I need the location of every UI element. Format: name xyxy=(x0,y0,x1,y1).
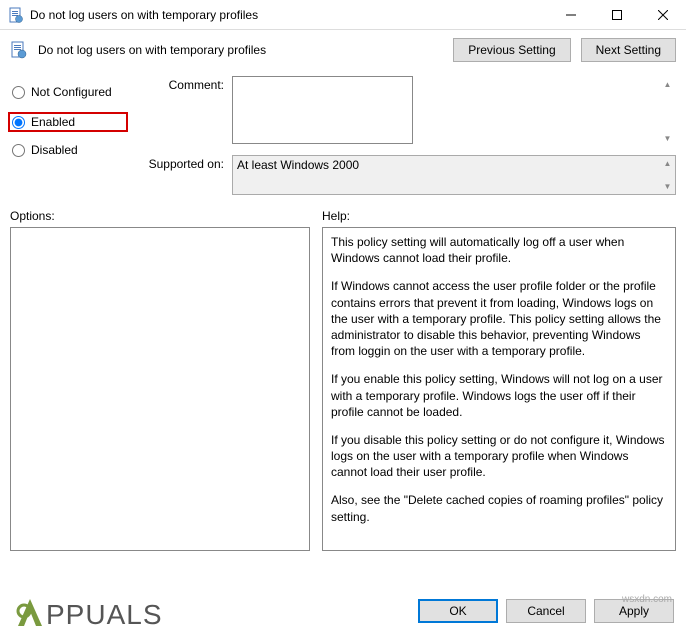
radio-disabled[interactable]: Disabled xyxy=(10,142,128,158)
ok-button[interactable]: OK xyxy=(418,599,498,623)
options-panel xyxy=(10,227,310,551)
radio-disabled-label: Disabled xyxy=(31,143,78,157)
titlebar: Do not log users on with temporary profi… xyxy=(0,0,686,30)
radio-enabled[interactable]: Enabled xyxy=(10,114,126,130)
radio-disabled-input[interactable] xyxy=(12,144,25,157)
maximize-button[interactable] xyxy=(594,0,640,30)
scroll-up-icon[interactable]: ▲ xyxy=(659,76,676,93)
close-button[interactable] xyxy=(640,0,686,30)
scroll-down-icon[interactable]: ▼ xyxy=(659,130,676,147)
help-label: Help: xyxy=(322,209,676,223)
watermark-text: PPUALS xyxy=(46,599,163,631)
comment-scroll: ▲ ▼ xyxy=(659,76,676,147)
policy-title-text: Do not log users on with temporary profi… xyxy=(38,43,443,57)
enabled-highlight: Enabled xyxy=(8,112,128,132)
supported-label: Supported on: xyxy=(142,155,224,171)
policy-file-icon xyxy=(8,7,24,23)
help-panel: This policy setting will automatically l… xyxy=(322,227,676,551)
lower-boxes: This policy setting will automatically l… xyxy=(0,227,686,551)
scroll-down-icon[interactable]: ▼ xyxy=(659,178,676,195)
radio-not-configured-input[interactable] xyxy=(12,86,25,99)
minimize-button[interactable] xyxy=(548,0,594,30)
next-setting-button[interactable]: Next Setting xyxy=(581,38,676,62)
cancel-button[interactable]: Cancel xyxy=(506,599,586,623)
lower-labels: Options: Help: xyxy=(0,203,686,227)
options-label: Options: xyxy=(10,209,322,223)
help-paragraph: If you disable this policy setting or do… xyxy=(331,432,667,481)
window-controls xyxy=(548,0,686,30)
help-paragraph: If you enable this policy setting, Windo… xyxy=(331,371,667,420)
watermark: PPUALS xyxy=(10,591,163,631)
appuals-logo-icon xyxy=(10,591,50,631)
policy-header-icon xyxy=(10,41,28,59)
window-title: Do not log users on with temporary profi… xyxy=(30,8,548,22)
help-paragraph: This policy setting will automatically l… xyxy=(331,234,667,266)
comment-label: Comment: xyxy=(142,76,224,92)
policy-header: Do not log users on with temporary profi… xyxy=(0,30,686,70)
help-paragraph: Also, see the "Delete cached copies of r… xyxy=(331,492,667,524)
state-radios: Not Configured Enabled Disabled xyxy=(10,76,128,203)
scroll-up-icon[interactable]: ▲ xyxy=(659,155,676,172)
supported-scroll: ▲ ▼ xyxy=(659,155,676,195)
settings-top: Not Configured Enabled Disabled Comment:… xyxy=(0,70,686,203)
radio-not-configured-label: Not Configured xyxy=(31,85,112,99)
radio-enabled-label: Enabled xyxy=(31,115,75,129)
radio-not-configured[interactable]: Not Configured xyxy=(10,84,128,100)
fields-column: Comment: ▲ ▼ Supported on: At least Wind… xyxy=(142,76,676,203)
radio-enabled-input[interactable] xyxy=(12,116,25,129)
supported-on-box: At least Windows 2000 xyxy=(232,155,676,195)
watermark-source: wsxdn.com xyxy=(622,594,672,605)
help-paragraph: If Windows cannot access the user profil… xyxy=(331,278,667,359)
comment-textarea[interactable] xyxy=(232,76,413,144)
previous-setting-button[interactable]: Previous Setting xyxy=(453,38,570,62)
